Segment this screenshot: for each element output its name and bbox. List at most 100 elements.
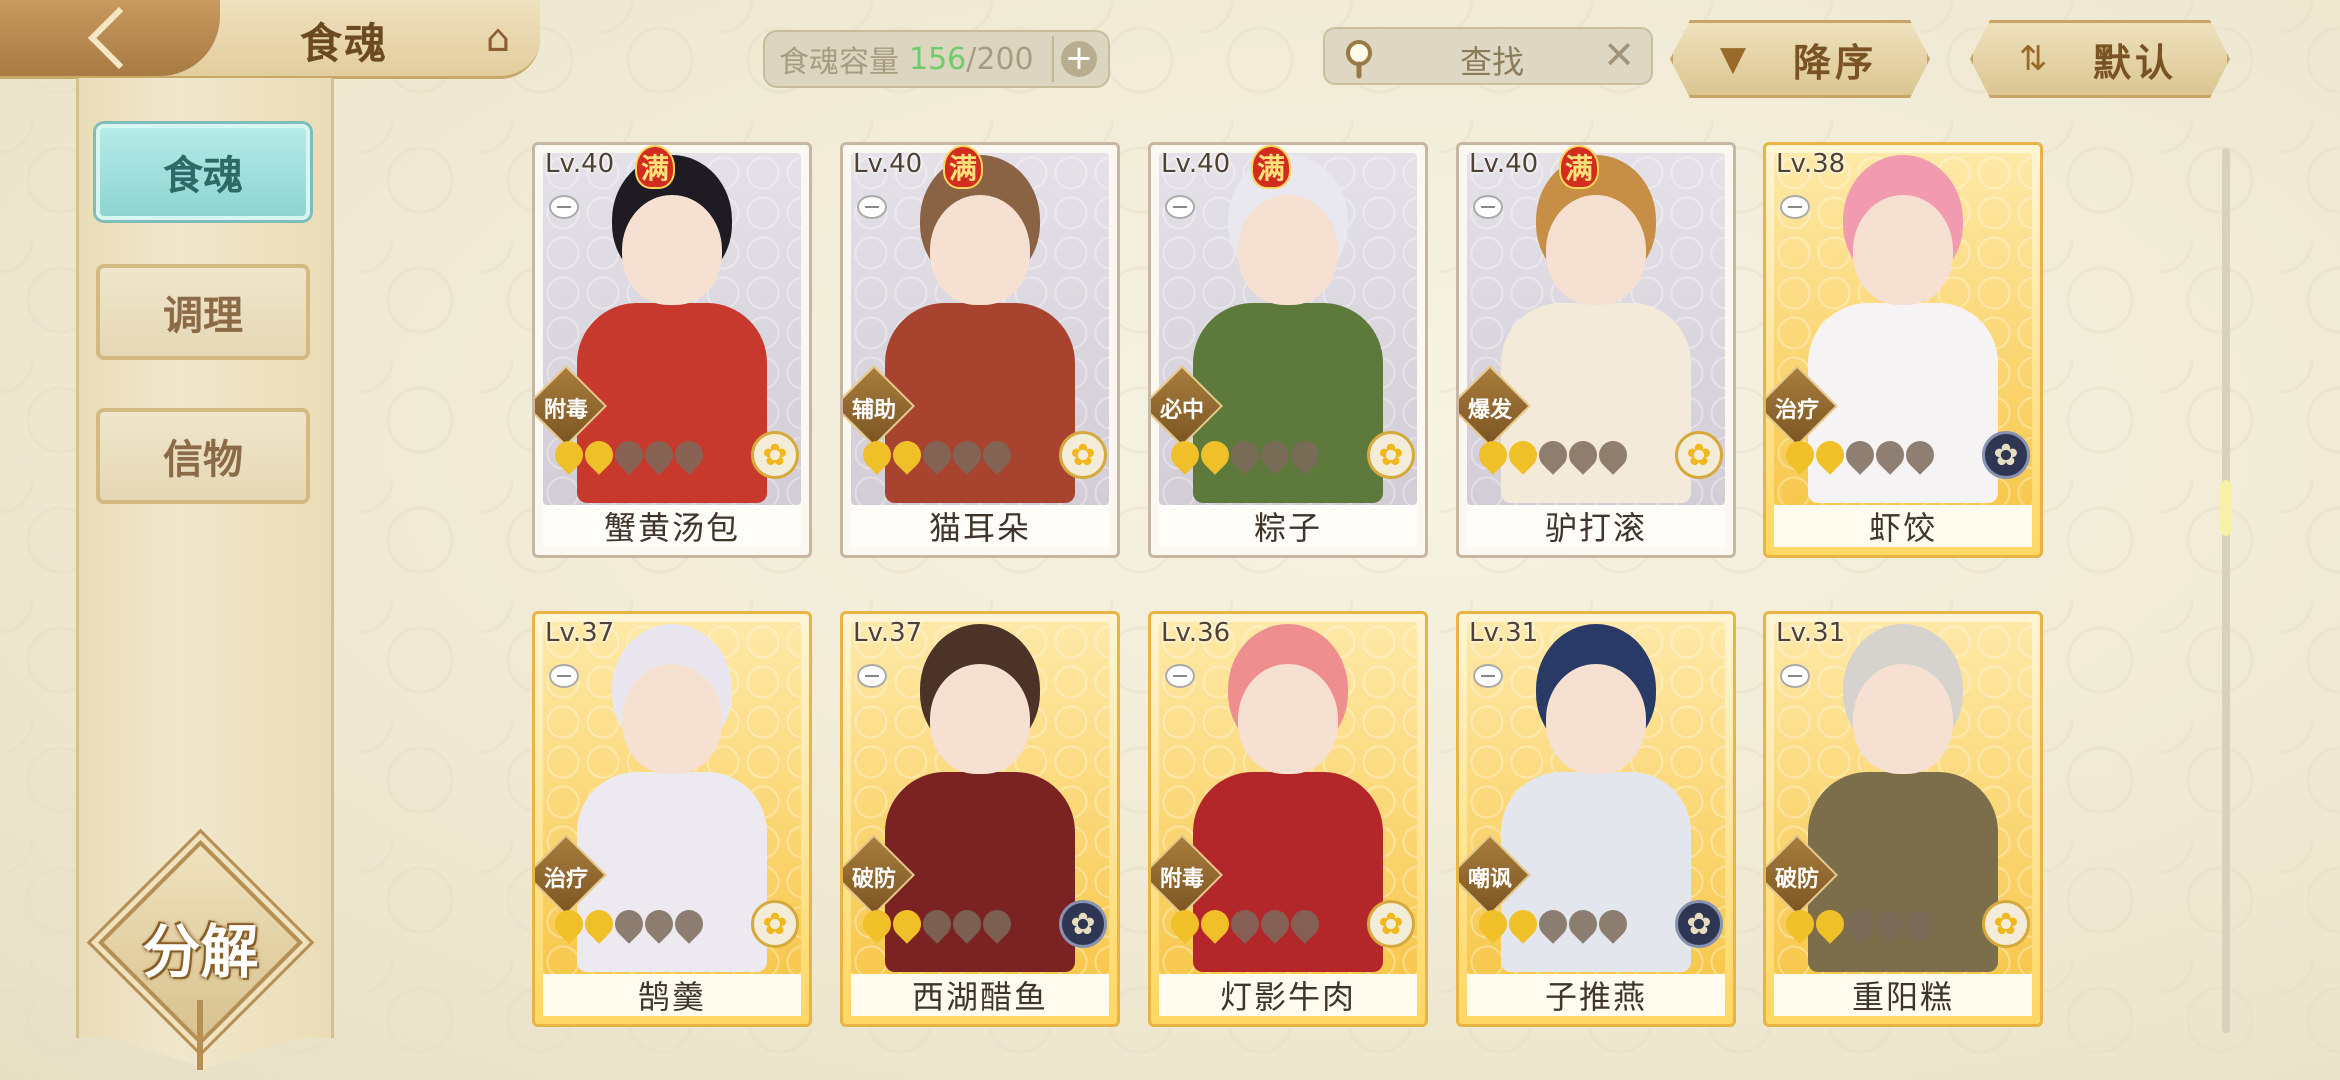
star-rating (549, 904, 709, 944)
star-rating (549, 435, 709, 475)
flame-star-icon (1593, 904, 1633, 944)
role-label: 破防 (851, 867, 896, 892)
star-rating (1165, 435, 1325, 475)
character-body (577, 303, 767, 503)
star-rating (1780, 904, 1940, 944)
level-label: Lv.40 (853, 149, 923, 179)
sort-mode-button[interactable]: ⇅ 默认 (1970, 20, 2230, 98)
flame-star-icon (1195, 904, 1235, 944)
tab-tokens[interactable]: 信物 (96, 408, 310, 504)
sort-mode-label: 默认 (2093, 40, 2178, 85)
level-label: Lv.40 (1469, 149, 1539, 179)
max-level-badge: 满 (1559, 145, 1599, 189)
food-soul-card[interactable]: Lv.38 治疗 ✿ 虾饺 (1763, 142, 2043, 558)
level-label: Lv.31 (1469, 618, 1539, 648)
flame-star-icon (549, 904, 589, 944)
food-soul-card[interactable]: Lv.40 满 附毒 ✿ 蟹黄汤包 (532, 142, 812, 558)
character-head (1853, 664, 1953, 774)
food-soul-name: 驴打滚 (1467, 505, 1725, 547)
flame-star-icon (1503, 904, 1543, 944)
flame-star-icon (1285, 904, 1325, 944)
flame-star-icon (1840, 435, 1880, 475)
character-body (1808, 772, 1998, 972)
flower-emblem-icon: ✿ (1367, 900, 1415, 948)
role-label: 辅助 (851, 398, 896, 423)
food-soul-card[interactable]: Lv.40 满 爆发 ✿ 驴打滚 (1456, 142, 1736, 558)
flame-star-icon (1473, 435, 1513, 475)
tab-food-souls[interactable]: 食魂 (96, 124, 310, 220)
food-soul-card[interactable]: Lv.37 破防 ✿ 西湖醋鱼 (840, 611, 1120, 1027)
scrollbar-thumb[interactable] (2220, 480, 2232, 536)
role-label: 嘲讽 (1467, 867, 1512, 892)
capacity-display: 食魂容量 156 /200 + (763, 30, 1110, 88)
search-icon (1346, 40, 1372, 79)
role-label: 爆发 (1467, 398, 1512, 423)
star-rating (1473, 435, 1633, 475)
role-label: 破防 (1774, 867, 1819, 892)
character-body (885, 303, 1075, 503)
flame-star-icon (947, 904, 987, 944)
star-rating (857, 904, 1017, 944)
bowl-icon[interactable] (1165, 664, 1195, 688)
food-soul-card[interactable]: Lv.40 满 辅助 ✿ 猫耳朵 (840, 142, 1120, 558)
bowl-icon[interactable] (857, 664, 887, 688)
clear-icon[interactable]: ✕ (1603, 33, 1635, 77)
food-soul-name: 虾饺 (1774, 505, 2032, 547)
triangle-down-icon: ▼ (1719, 39, 1747, 79)
expand-capacity-button[interactable]: + (1052, 36, 1104, 82)
max-level-badge: 满 (635, 145, 675, 189)
flower-emblem-icon: ✿ (1059, 431, 1107, 479)
sort-order-button[interactable]: ▼ 降序 (1670, 20, 1930, 98)
flame-star-icon (857, 435, 897, 475)
bowl-icon[interactable] (1780, 664, 1810, 688)
flame-star-icon (1255, 435, 1295, 475)
star-rating (1473, 904, 1633, 944)
max-level-badge: 满 (1251, 145, 1291, 189)
bowl-icon[interactable] (1780, 195, 1810, 219)
character-body (1193, 303, 1383, 503)
search-input[interactable]: 查找 (1460, 37, 1524, 83)
character-head (1853, 195, 1953, 305)
flame-star-icon (669, 904, 709, 944)
pavilion-icon[interactable]: ⌂ (470, 14, 526, 62)
flame-star-icon (1900, 904, 1940, 944)
food-soul-card[interactable]: Lv.36 附毒 ✿ 灯影牛肉 (1148, 611, 1428, 1027)
star-rating (1165, 904, 1325, 944)
split-button[interactable]: 分解 (118, 905, 283, 989)
flower-emblem-icon: ✿ (1675, 431, 1723, 479)
character-body (885, 772, 1075, 972)
search-box[interactable]: 查找 ✕ (1323, 27, 1653, 85)
character-body (1501, 772, 1691, 972)
bowl-icon[interactable] (1473, 664, 1503, 688)
flower-emblem-icon: ✿ (751, 431, 799, 479)
back-button[interactable] (0, 0, 220, 76)
bowl-icon[interactable] (857, 195, 887, 219)
food-soul-card[interactable]: Lv.31 破防 ✿ 重阳糕 (1763, 611, 2043, 1027)
food-soul-card[interactable]: Lv.37 治疗 ✿ 鹄羹 (532, 611, 812, 1027)
food-soul-card[interactable]: Lv.31 嘲讽 ✿ 子推燕 (1456, 611, 1736, 1027)
flame-star-icon (1165, 904, 1205, 944)
flame-star-icon (887, 904, 927, 944)
flame-star-icon (1533, 435, 1573, 475)
character-head (930, 664, 1030, 774)
bowl-icon[interactable] (549, 195, 579, 219)
flame-star-icon (1810, 435, 1850, 475)
flame-star-icon (1165, 435, 1205, 475)
bowl-icon[interactable] (1165, 195, 1195, 219)
flame-star-icon (1285, 435, 1325, 475)
capacity-max: /200 (966, 41, 1034, 77)
level-label: Lv.40 (545, 149, 615, 179)
level-label: Lv.37 (853, 618, 923, 648)
tab-seasoning[interactable]: 调理 (96, 264, 310, 360)
scrollbar-track[interactable] (2222, 148, 2230, 1033)
food-soul-name: 蟹黄汤包 (543, 505, 801, 547)
food-soul-card[interactable]: Lv.40 满 必中 ✿ 粽子 (1148, 142, 1428, 558)
flower-emblem-icon: ✿ (1982, 431, 2030, 479)
sort-order-label: 降序 (1793, 40, 1878, 85)
flame-star-icon (1225, 435, 1265, 475)
bowl-icon[interactable] (1473, 195, 1503, 219)
flame-star-icon (1225, 904, 1265, 944)
bowl-icon[interactable] (549, 664, 579, 688)
flame-star-icon (1563, 904, 1603, 944)
character-body (1193, 772, 1383, 972)
